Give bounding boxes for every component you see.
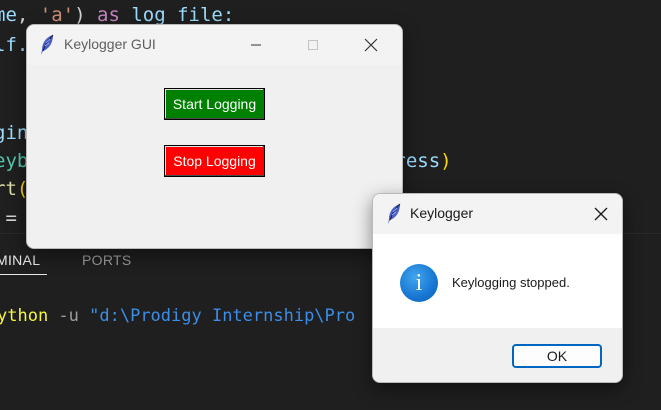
maximize-button[interactable] [291, 29, 335, 61]
tab-ports[interactable]: PORTS [82, 252, 131, 268]
code-token: , [16, 4, 40, 26]
info-icon: i [400, 264, 438, 302]
code-token: me [0, 4, 17, 26]
terminal-cmd: ython [0, 306, 49, 326]
minimize-button[interactable] [234, 29, 278, 61]
feather-icon [41, 34, 54, 55]
code-line: rt( [0, 178, 28, 200]
close-button[interactable] [349, 29, 393, 61]
code-token: 'a' [39, 4, 75, 26]
terminal-path: "d:\Prodigy Internship\Pro [89, 306, 356, 326]
msgbox-titlebar[interactable]: Keylogger [373, 194, 622, 234]
start-logging-button[interactable]: Start Logging [164, 88, 265, 120]
terminal-command-line: ython -u "d:\Prodigy Internship\Pro [0, 306, 355, 326]
code-line: = [0, 207, 28, 229]
message-text: Keylogging stopped. [452, 275, 570, 290]
code-line: me, 'a') as log_file: [0, 4, 234, 26]
feather-icon [388, 203, 401, 224]
terminal-flag: -u [48, 306, 90, 326]
maximize-icon [308, 40, 318, 50]
tab-terminal-underline [0, 274, 47, 275]
minimize-icon [251, 44, 261, 46]
code-token: rt [0, 178, 17, 200]
code-token: eyb [0, 150, 29, 172]
code-token: as [97, 4, 120, 26]
code-token: ) [74, 4, 97, 26]
code-line: lf. [0, 34, 28, 56]
close-icon [594, 207, 608, 221]
code-token: log_file: [119, 4, 235, 26]
code-token: = [5, 207, 17, 229]
code-token: lf. [0, 34, 29, 56]
keylogger-message-box: Keylogger i Keylogging stopped. OK [372, 193, 623, 383]
code-token: ) [440, 150, 452, 172]
ok-button[interactable]: OK [512, 344, 602, 368]
msgbox-close-button[interactable] [579, 198, 622, 230]
msgbox-title: Keylogger [410, 205, 474, 221]
tab-terminal[interactable]: MINAL [0, 252, 40, 268]
gui-titlebar[interactable]: Keylogger GUI [27, 25, 402, 65]
keylogger-gui-window: Keylogger GUI Start Logging Stop Logging [26, 24, 403, 249]
stop-logging-button[interactable]: Stop Logging [164, 145, 265, 177]
gui-window-title: Keylogger GUI [64, 36, 156, 52]
close-icon [364, 38, 378, 52]
